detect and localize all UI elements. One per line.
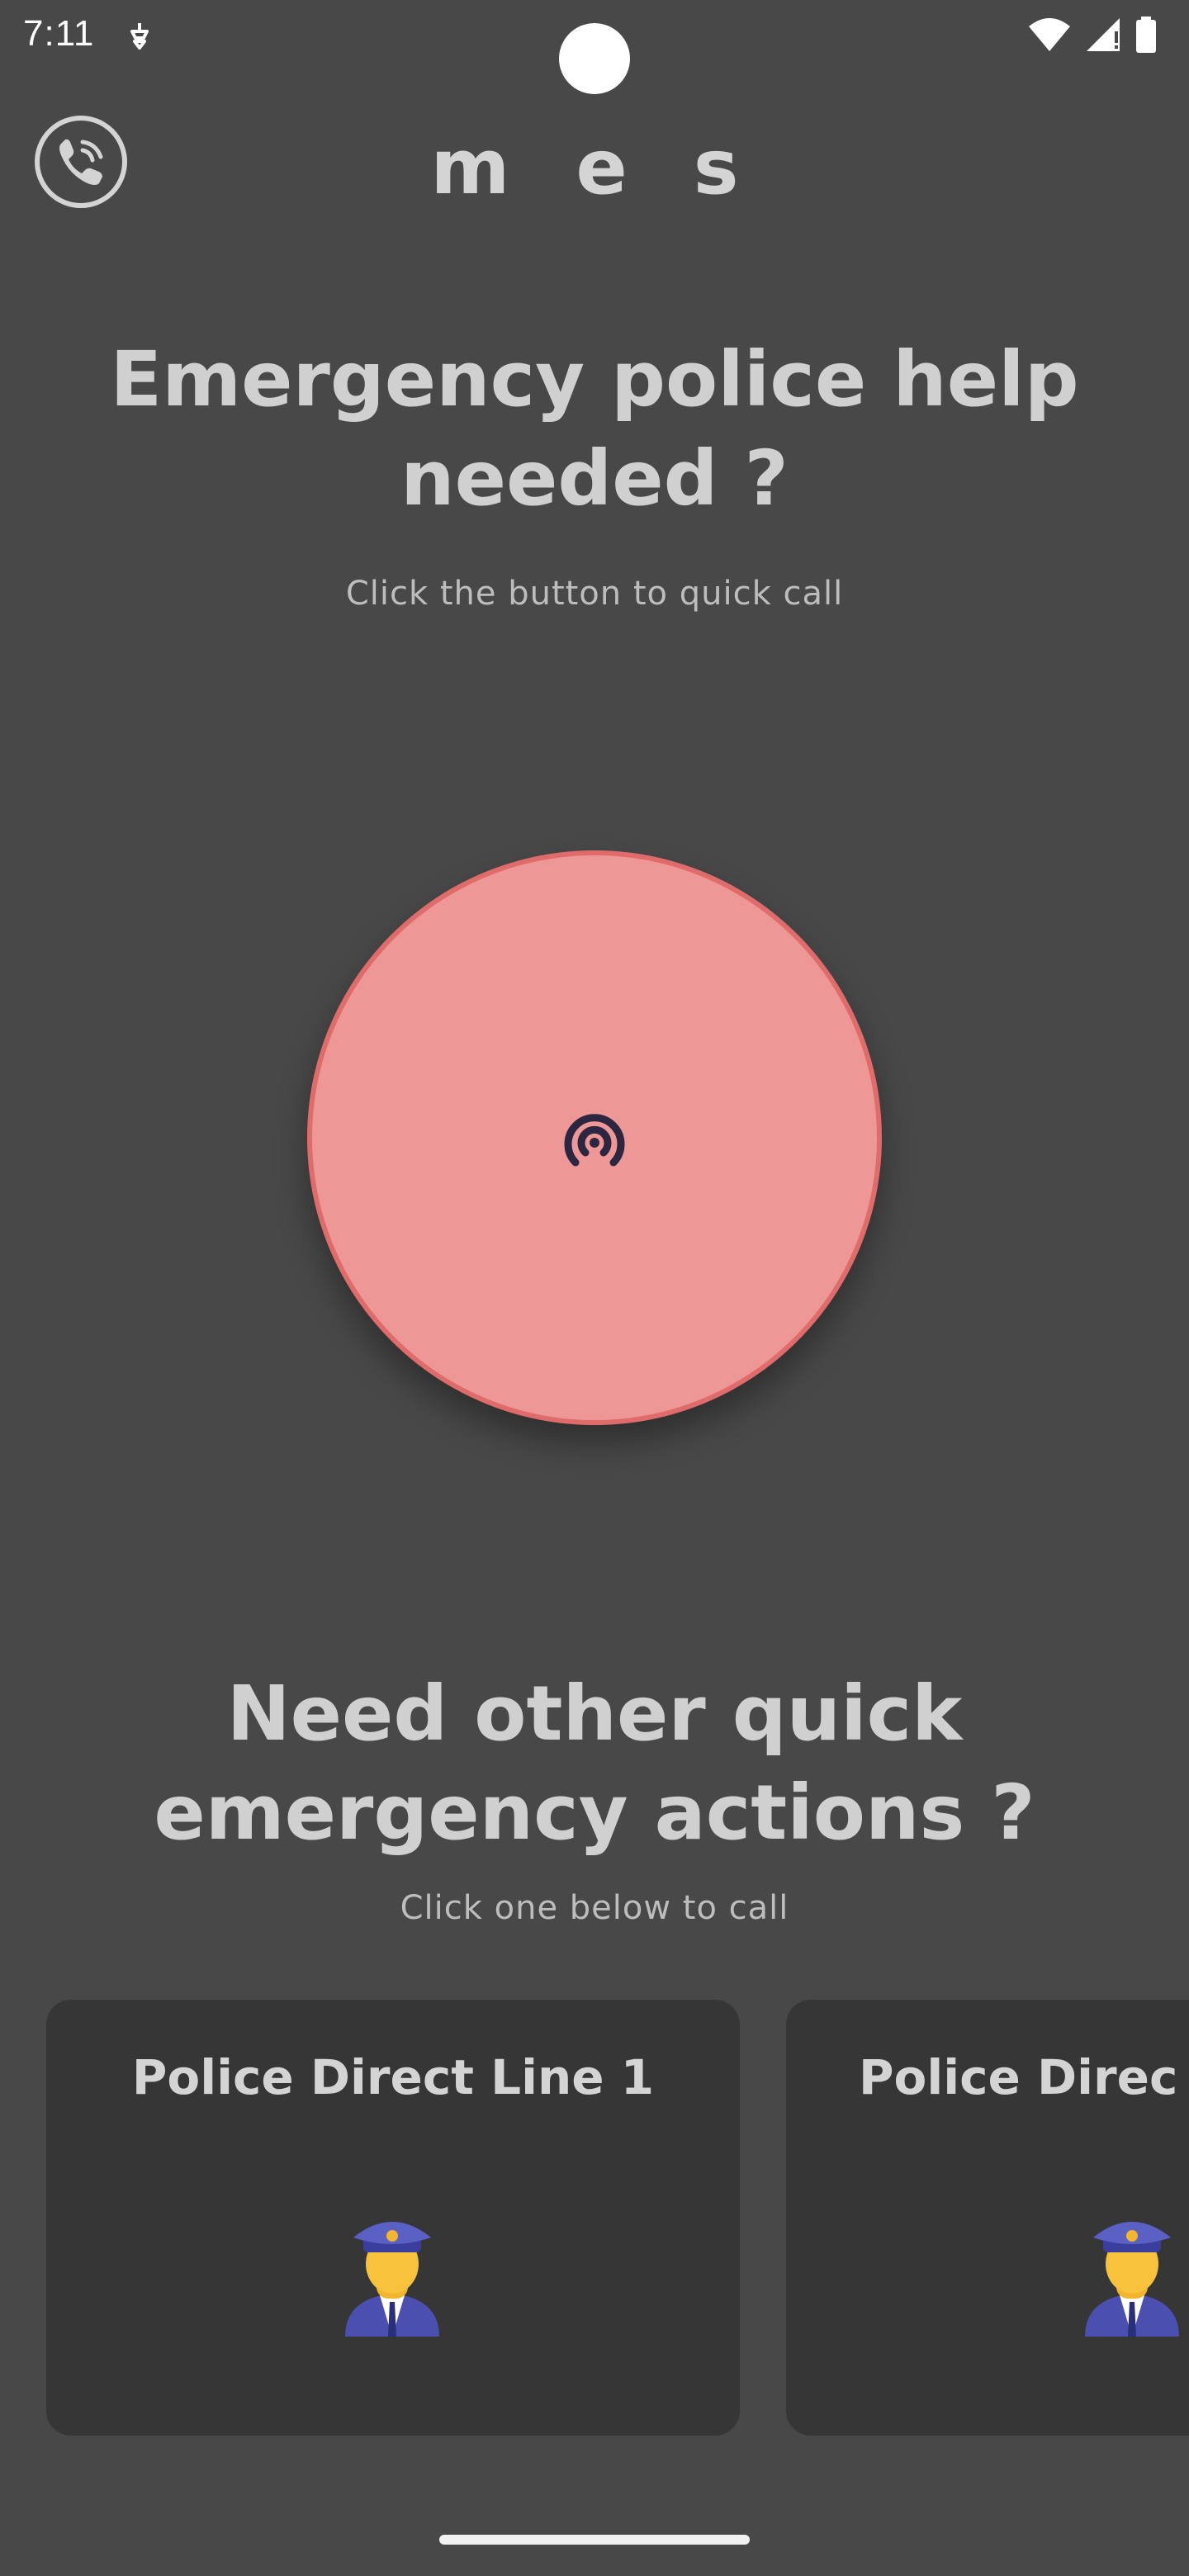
broadcast-icon: [564, 1114, 625, 1167]
card-title: Police Direc: [859, 2049, 1178, 2105]
police-officer-icon: [345, 2222, 439, 2337]
app-screen: 7:11 m e s Emergency police help needed …: [0, 0, 1189, 2576]
quick-actions-headline: Need other quick emergency actions ?: [154, 1669, 1035, 1857]
signal-icon: [1087, 18, 1120, 51]
notification-icon: [130, 23, 149, 50]
card-title: Police Direct Line 1: [131, 2049, 655, 2105]
emergency-headline: Emergency police help needed ?: [110, 335, 1079, 523]
status-bar: 7:11: [0, 0, 1189, 94]
camera-cutout: [559, 23, 630, 94]
quick-call-button[interactable]: [307, 850, 882, 1425]
quick-actions-carousel[interactable]: Police Direct Line 1 Police Direc: [46, 2000, 1189, 2436]
home-indicator[interactable]: [439, 2535, 750, 2545]
emergency-subtext: Click the button to quick call: [345, 575, 844, 613]
police-officer-icon: [1085, 2222, 1179, 2337]
quick-actions-subtext: Click one below to call: [400, 1889, 789, 1927]
app-title: m e s: [430, 123, 759, 211]
battery-icon: [1136, 17, 1156, 53]
police-direct-line-1-card[interactable]: Police Direct Line 1: [46, 2000, 740, 2436]
status-time: 7:11: [23, 13, 95, 54]
police-direct-line-2-card[interactable]: Police Direc: [786, 2000, 1189, 2436]
status-icons: [1027, 15, 1158, 54]
wifi-icon: [1029, 18, 1070, 51]
